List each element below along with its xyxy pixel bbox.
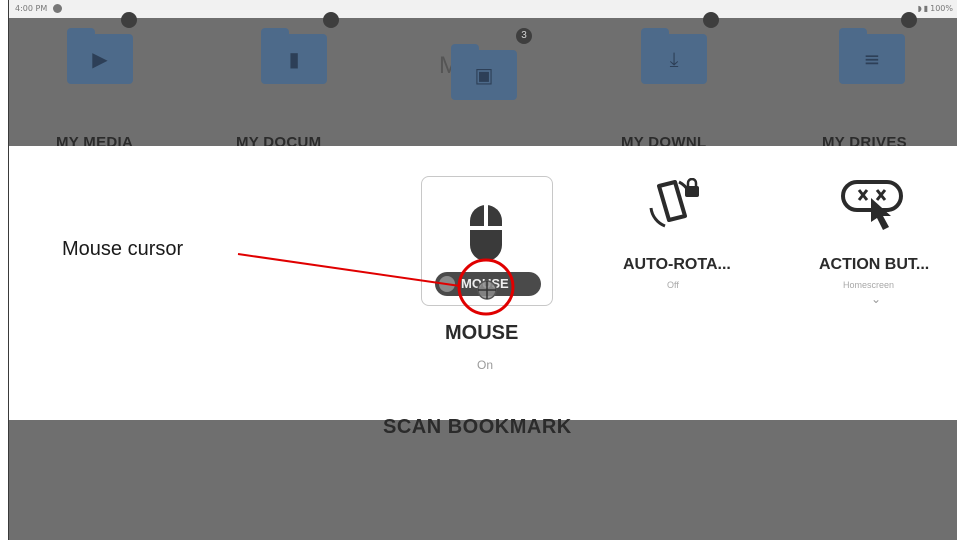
action-button-tile-label: ACTION BUT... — [819, 256, 930, 273]
battery-level: 100% — [930, 4, 953, 13]
tap-gesture-icon[interactable] — [839, 176, 907, 234]
mouse-pill-icon — [439, 276, 455, 292]
list-icon: ≡ — [863, 47, 881, 71]
download-icon: ⤓ — [669, 47, 679, 71]
folder-badge — [121, 12, 137, 28]
mouse-tile-state: On — [477, 358, 494, 372]
play-icon: ▶ — [92, 47, 108, 71]
quick-settings-panel: MOUSE MOUSE On AUTO-ROTA... Off ACTION B… — [9, 146, 957, 420]
folder-badge: 3 — [516, 28, 532, 44]
folder-badge — [323, 12, 339, 28]
mouse-icon — [470, 205, 502, 261]
folder-my-drives[interactable]: ≡ — [839, 28, 905, 84]
action-button-tile-state: Homescreen — [843, 280, 895, 290]
folder-my-downloads[interactable]: ⤓ — [641, 28, 707, 84]
annotation-label: Mouse cursor — [62, 238, 184, 260]
folder-my-documents[interactable]: ▮ — [261, 28, 327, 84]
home-screen-bottom: SCAN BOOKMARK — [9, 416, 957, 540]
scan-bookmark-label[interactable]: SCAN BOOKMARK — [383, 416, 572, 439]
wifi-icon: ◗ — [917, 4, 922, 13]
document-icon: ▮ — [288, 47, 300, 71]
chevron-down-icon[interactable]: ⌄ — [871, 292, 881, 306]
folder-badge — [901, 12, 917, 28]
settings-status-icon — [53, 4, 63, 13]
rotate-lock-icon[interactable] — [645, 178, 703, 230]
folder-my-media[interactable]: ▶ — [67, 28, 133, 84]
folder-photos[interactable]: ▣ — [451, 44, 517, 100]
home-screen: ▶ MY MEDIA ▮ MY DOCUM M s ▣ 3 ⤓ MY DOWNL… — [9, 12, 957, 151]
auto-rotate-tile-label: AUTO-ROTA... — [623, 256, 731, 273]
status-time: 4:00 PM — [15, 4, 48, 13]
image-icon: ▣ — [474, 63, 494, 87]
status-bar: 4:00 PM ◗ ▮ 100% — [9, 0, 957, 18]
mouse-tile-label: MOUSE — [445, 322, 519, 344]
tablet-screen: 4:00 PM ◗ ▮ 100% ▶ MY MEDIA ▮ MY DOCUM M… — [8, 0, 957, 540]
auto-rotate-tile-state: Off — [667, 280, 679, 290]
crosshair-cursor-icon — [477, 280, 497, 300]
folder-badge — [703, 12, 719, 28]
battery-icon: ▮ — [923, 4, 929, 13]
